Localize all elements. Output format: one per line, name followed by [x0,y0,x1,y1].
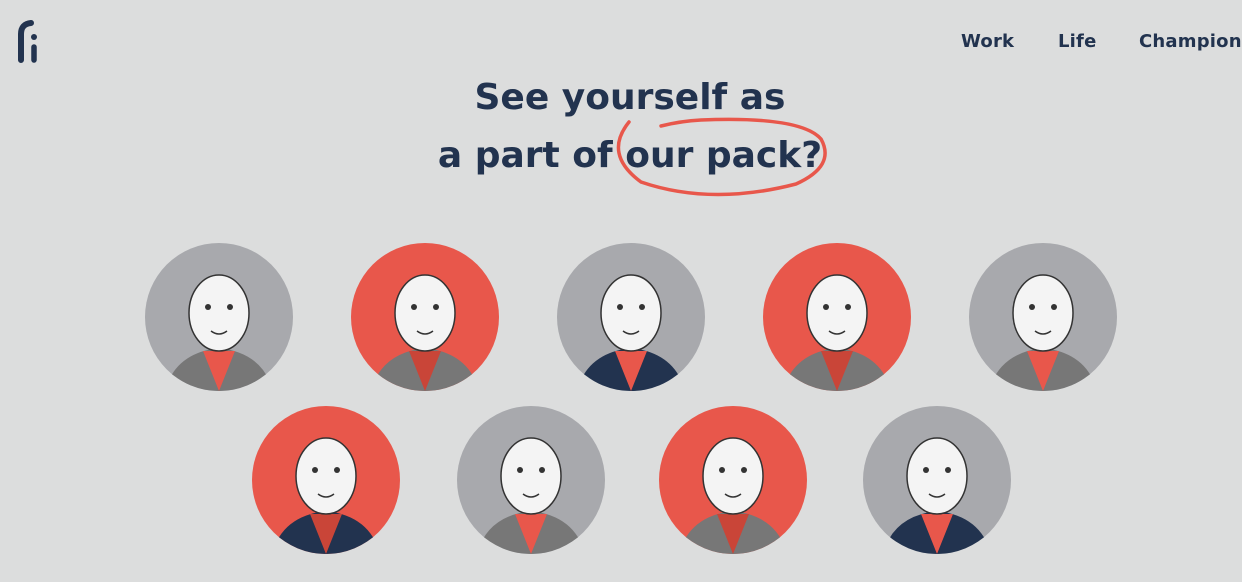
bull-illustration-icon [679,437,787,554]
sphynx-cat-illustration-icon [989,274,1097,391]
hero-highlight-text: our pack? [625,135,823,176]
hero-heading-line2: a part of our pack? [0,117,1242,197]
rhino-illustration-icon [577,274,685,391]
avatar-wolf[interactable] [863,406,1011,554]
avatar-bull[interactable] [659,406,807,554]
eagle-illustration-icon [477,437,585,554]
avatar-deer[interactable] [351,243,499,391]
logo-icon[interactable] [14,18,44,64]
avatar-sphynx-cat[interactable] [969,243,1117,391]
nav-life[interactable]: Life [1058,31,1096,52]
avatar-owl[interactable] [763,243,911,391]
avatar-elephant[interactable] [145,243,293,391]
hero-line2-prefix: a part of [437,135,626,176]
owl-illustration-icon [783,274,891,391]
cheetah-illustration-icon [272,437,380,554]
avatar-rhino[interactable] [557,243,705,391]
hero-highlight: our pack? [617,117,827,197]
hero-heading-line1: See yourself as [474,77,786,118]
deer-illustration-icon [371,274,479,391]
wolf-illustration-icon [883,437,991,554]
nav-champions[interactable]: Champions [1139,31,1242,52]
avatar-cheetah[interactable] [252,406,400,554]
avatar-eagle[interactable] [457,406,605,554]
elephant-illustration-icon [165,274,273,391]
nav-work[interactable]: Work [961,31,1014,52]
